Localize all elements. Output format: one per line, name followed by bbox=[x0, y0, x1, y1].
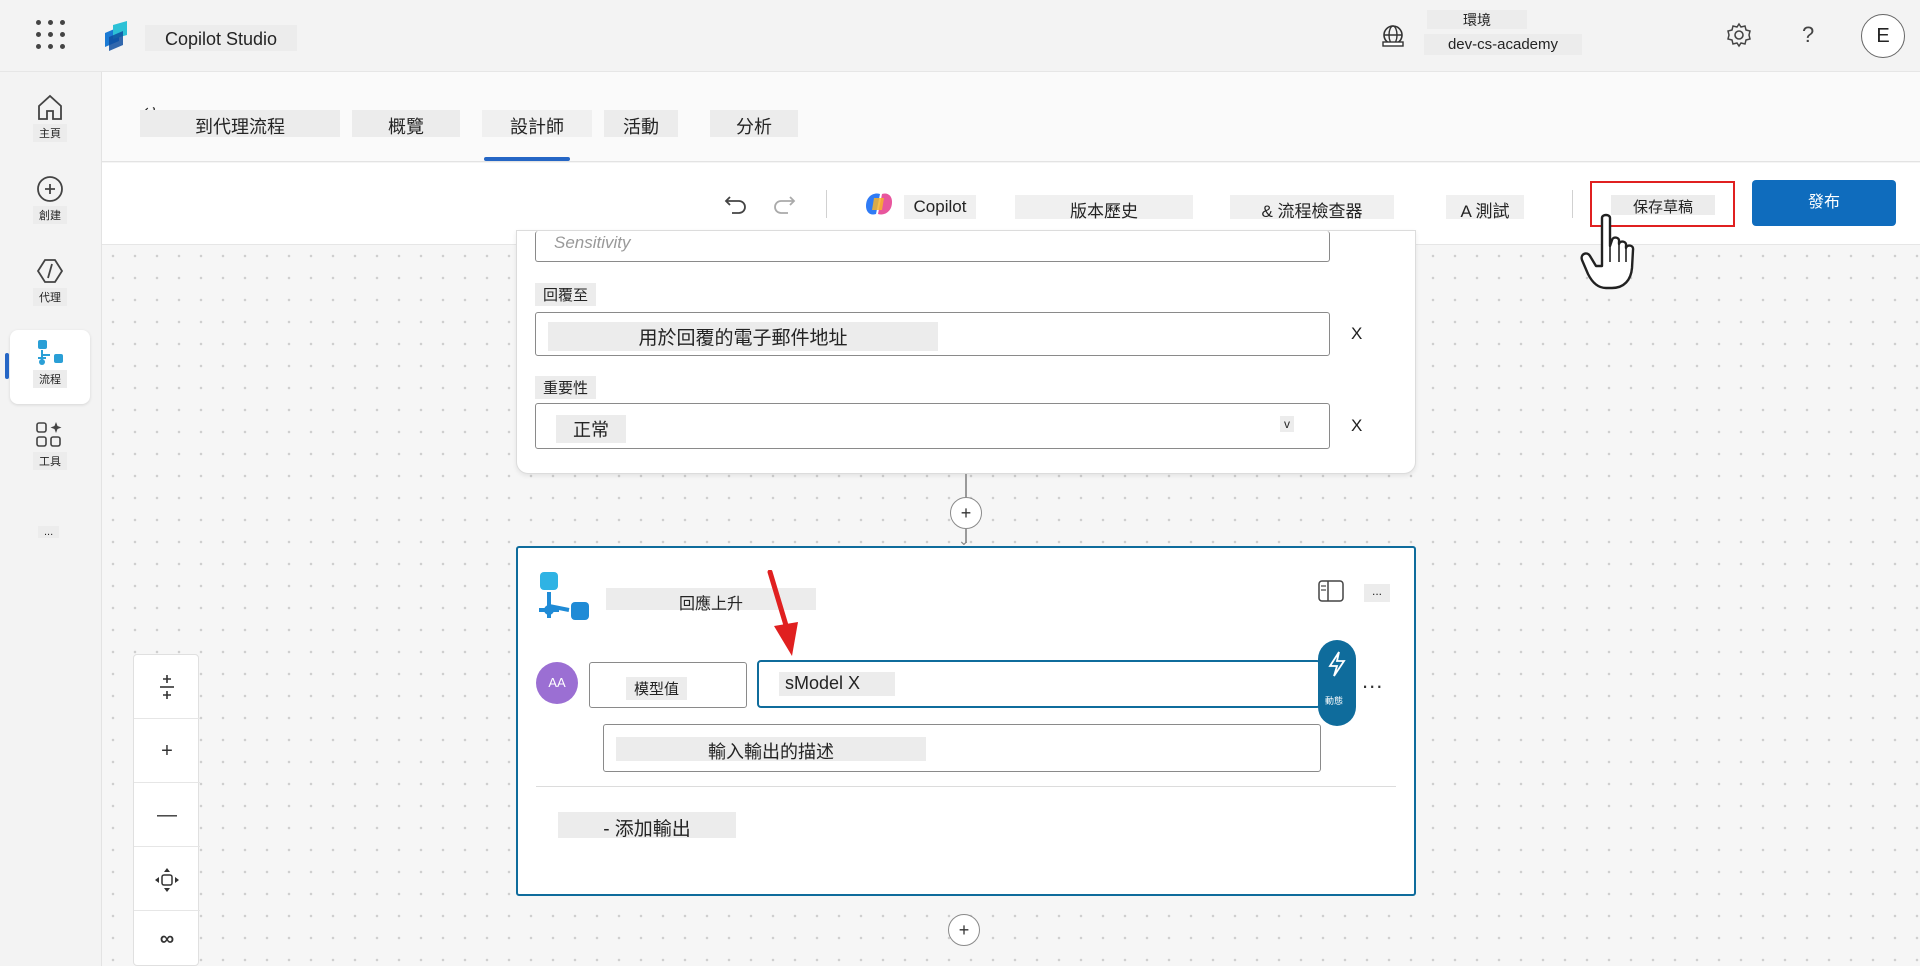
reply-to-value: 用於回覆的電子郵件地址 bbox=[548, 322, 938, 351]
undo-icon[interactable] bbox=[722, 189, 750, 222]
importance-label: 重要性 bbox=[535, 376, 597, 399]
test-button[interactable]: A 測試 bbox=[1446, 195, 1524, 221]
add-step-button[interactable]: + bbox=[950, 497, 982, 529]
publish-button[interactable]: 發布 bbox=[1752, 180, 1896, 226]
zoom-out-button[interactable]: — bbox=[134, 783, 200, 847]
zoom-in-button[interactable]: + bbox=[134, 719, 200, 783]
home-icon bbox=[38, 94, 62, 120]
reply-to-label: 回覆至 bbox=[535, 283, 597, 306]
nav-item-home[interactable]: 主頁 bbox=[10, 84, 90, 158]
settings-gear-icon[interactable] bbox=[1726, 22, 1752, 55]
fit-vertical-icon bbox=[160, 675, 174, 699]
copilot-button[interactable]: Copilot bbox=[904, 195, 976, 219]
tab-bar: ↩ 到代理流程 概覽 設計師 活動 分析 bbox=[102, 72, 1920, 162]
output-name-value: 模型值 bbox=[626, 677, 688, 700]
version-history-button[interactable]: 版本歷史 bbox=[1015, 195, 1193, 221]
send-email-action-card: Sensitivity 回覆至 用於回覆的電子郵件地址 X 重要性 正常 v X bbox=[516, 230, 1416, 474]
lightning-bolt-icon bbox=[1328, 651, 1346, 677]
environment-label: 環境 bbox=[1427, 10, 1527, 29]
active-nav-indicator bbox=[5, 353, 9, 379]
nav-item-create[interactable]: 創建 bbox=[10, 166, 90, 240]
help-icon[interactable]: ? bbox=[1802, 22, 1814, 48]
output-type-avatar: AA bbox=[536, 662, 578, 704]
importance-dropdown[interactable]: 正常 v bbox=[535, 403, 1330, 449]
flow-name-title: 到代理流程 bbox=[140, 110, 340, 137]
active-tab-underline bbox=[484, 157, 570, 161]
toolbar-separator bbox=[1572, 190, 1573, 218]
clear-reply-to-button[interactable]: X bbox=[1351, 324, 1362, 344]
annotation-arrow-icon bbox=[767, 570, 798, 656]
app-launcher-icon[interactable] bbox=[36, 20, 66, 50]
nav-label-create: 創建 bbox=[33, 206, 67, 224]
redo-icon[interactable] bbox=[770, 189, 798, 222]
add-step-button-bottom[interactable]: + bbox=[948, 914, 980, 946]
flows-icon bbox=[38, 340, 63, 365]
tab-overview[interactable]: 概覽 bbox=[352, 110, 460, 137]
left-navigation: 主頁 創建 代理 流程 工具 ... bbox=[0, 72, 102, 966]
dynamic-content-label: 動態 bbox=[1325, 696, 1344, 706]
zoom-controls: + — ∞ bbox=[133, 654, 200, 966]
flow-checker-button[interactable]: & 流程檢查器 bbox=[1230, 195, 1394, 221]
chevron-down-icon: v bbox=[1280, 416, 1294, 432]
description-placeholder: 輸入輸出的描述 bbox=[616, 737, 926, 762]
reply-to-input[interactable]: 用於回覆的電子郵件地址 bbox=[535, 312, 1330, 356]
output-name-field[interactable]: 模型值 bbox=[589, 662, 747, 708]
center-view-button[interactable] bbox=[134, 847, 200, 911]
copilot-studio-logo-icon bbox=[101, 21, 133, 56]
output-value-input[interactable]: sModel X bbox=[757, 660, 1321, 708]
clear-importance-button[interactable]: X bbox=[1351, 416, 1362, 436]
environment-globe-icon[interactable] bbox=[1380, 24, 1406, 53]
flow-action-icon bbox=[537, 570, 593, 631]
recenter-icon bbox=[155, 868, 179, 892]
output-row-more-icon[interactable]: ... bbox=[1362, 668, 1383, 694]
user-avatar[interactable]: E bbox=[1861, 14, 1905, 58]
nav-item-flows[interactable]: 流程 bbox=[10, 330, 90, 404]
app-title: Copilot Studio bbox=[145, 25, 298, 51]
dynamic-content-button[interactable]: 動態 bbox=[1318, 640, 1356, 726]
agents-icon bbox=[36, 259, 64, 283]
toolbar-separator bbox=[826, 190, 827, 218]
card-divider bbox=[536, 786, 1396, 787]
sensitivity-field[interactable]: Sensitivity bbox=[535, 231, 1330, 262]
nav-item-agents[interactable]: 代理 bbox=[10, 248, 90, 322]
add-output-button[interactable]: - 添加輸出 bbox=[558, 812, 736, 840]
environment-selector[interactable]: dev-cs-academy bbox=[1424, 34, 1582, 55]
nav-item-tools[interactable]: 工具 bbox=[10, 412, 90, 486]
card-more-icon[interactable]: ... bbox=[1364, 584, 1390, 602]
side-panel-icon[interactable] bbox=[1318, 580, 1344, 607]
nav-label-flows: 流程 bbox=[33, 370, 67, 388]
nav-label-tools: 工具 bbox=[33, 452, 67, 470]
tab-designer[interactable]: 設計師 bbox=[482, 110, 592, 137]
sensitivity-placeholder: Sensitivity bbox=[554, 233, 631, 252]
fit-view-button[interactable] bbox=[134, 655, 200, 719]
importance-value: 正常 bbox=[556, 415, 626, 443]
nav-label-home: 主頁 bbox=[33, 124, 67, 142]
output-value-text: sModel X bbox=[779, 672, 895, 696]
output-description-input[interactable]: 輸入輸出的描述 bbox=[603, 724, 1321, 772]
create-icon bbox=[37, 176, 63, 202]
tab-activity[interactable]: 活動 bbox=[604, 110, 678, 137]
minimap-button[interactable]: ∞ bbox=[134, 911, 200, 966]
nav-label-agents: 代理 bbox=[33, 288, 67, 306]
hand-pointer-cursor-icon bbox=[1580, 213, 1635, 290]
tools-icon bbox=[36, 422, 62, 447]
tab-analytics[interactable]: 分析 bbox=[710, 110, 798, 137]
nav-more-icon[interactable]: ... bbox=[38, 526, 60, 538]
copilot-icon bbox=[862, 188, 896, 225]
top-bar: Copilot Studio 環境 dev-cs-academy ? E bbox=[0, 0, 1920, 72]
